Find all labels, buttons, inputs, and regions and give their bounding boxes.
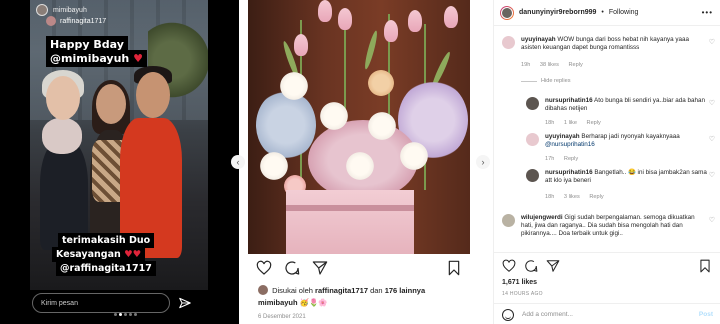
comment-reply: nursuprihatin16 Ato bunga bli sendiri ya… bbox=[526, 97, 717, 127]
liked-by-prefix: Disukai oleh bbox=[272, 286, 313, 295]
likes-count[interactable]: 1,671 likes bbox=[502, 279, 537, 286]
heart-icon[interactable] bbox=[256, 260, 272, 276]
story-top-mention-text[interactable]: raffinagita1717 bbox=[60, 18, 106, 25]
comment-reply: uyuyinayah Berharap jadi nyonyah kayakny… bbox=[526, 133, 717, 163]
comment-item: wilujengwerdi Gigi sudah berpengalaman. … bbox=[502, 214, 717, 248]
sticker-thanks-line1: terimakasih Duo bbox=[58, 233, 155, 248]
add-comment-input[interactable]: Add a comment... bbox=[522, 311, 691, 318]
following-button[interactable]: Following bbox=[609, 9, 639, 16]
liked-by-user[interactable]: raffinagita1717 bbox=[315, 286, 368, 295]
comment-mention[interactable]: @nursuprihatin16 bbox=[545, 141, 595, 148]
add-comment-bar: Add a comment... Post bbox=[494, 303, 720, 324]
more-icon[interactable]: ••• bbox=[702, 8, 713, 17]
heart-icon[interactable]: ♡ bbox=[709, 99, 715, 107]
story-panel: mimibayuh raffinagita1717 Happy Bday @mi… bbox=[0, 0, 239, 324]
liked-by-and: dan bbox=[370, 286, 383, 295]
heart-icon[interactable]: ♡ bbox=[709, 171, 715, 179]
comment-username[interactable]: nursuprihatin16 bbox=[545, 169, 593, 176]
comments-panel: danunyinyir9reborn999 • Following ••• uy… bbox=[493, 0, 720, 324]
sticker-thanks-line2: Kesayangan ♥♥ bbox=[52, 247, 146, 262]
avatar[interactable] bbox=[526, 169, 539, 182]
post-image[interactable] bbox=[248, 0, 470, 254]
story-username[interactable]: mimibayuh bbox=[53, 7, 87, 14]
story-top-mention[interactable]: raffinagita1717 bbox=[46, 16, 106, 26]
post-comment-button[interactable]: Post bbox=[699, 311, 713, 318]
send-icon[interactable] bbox=[178, 296, 192, 310]
heart-icon[interactable]: ♡ bbox=[709, 135, 715, 143]
reply-button[interactable]: Reply bbox=[587, 120, 601, 126]
post-date: 6 Desember 2021 bbox=[258, 314, 306, 320]
comment-item: uyuyinayah WOW bunga dari boss hebat nih… bbox=[502, 36, 717, 72]
story-reply-placeholder: Kirim pesan bbox=[41, 299, 78, 307]
sticker-mention-mimi[interactable]: @mimibayuh ♥ bbox=[46, 50, 147, 67]
comment-reply: nursuprihatin16 Bangetlah.. 😂 ini bisa j… bbox=[526, 169, 717, 203]
footer-action-bar bbox=[502, 259, 712, 275]
chevron-right-icon[interactable]: › bbox=[476, 155, 490, 169]
hide-replies-button[interactable]: Hide replies bbox=[521, 78, 571, 84]
avatar[interactable] bbox=[502, 214, 515, 227]
avatar[interactable] bbox=[500, 5, 514, 20]
comment-text: Berharap jadi nyonyah kayaknyaaa bbox=[581, 133, 680, 140]
heart-icon[interactable]: ♡ bbox=[709, 38, 715, 46]
story-user[interactable]: mimibayuh bbox=[36, 4, 87, 16]
reply-button[interactable]: Reply bbox=[564, 156, 578, 162]
share-icon[interactable] bbox=[546, 259, 560, 273]
avatar[interactable] bbox=[526, 133, 539, 146]
story-progress-dots bbox=[114, 313, 137, 316]
screen: mimibayuh raffinagita1717 Happy Bday @mi… bbox=[0, 0, 720, 324]
bookmark-icon[interactable] bbox=[446, 260, 462, 276]
heart-icon[interactable] bbox=[502, 259, 516, 273]
comment-icon[interactable] bbox=[284, 260, 300, 276]
heart-sticker-icon: ♥ bbox=[133, 52, 143, 65]
comment-icon[interactable] bbox=[524, 259, 538, 273]
comment-time: 19h bbox=[521, 62, 531, 68]
share-icon[interactable] bbox=[312, 260, 328, 276]
post-likes-caption: Disukai oleh raffinagita1717 dan 176 lai… bbox=[258, 285, 472, 309]
reply-button[interactable]: Reply bbox=[568, 62, 582, 68]
mention-avatar bbox=[46, 16, 56, 26]
caption-emoji: 🥳🌷🌸 bbox=[299, 298, 328, 307]
post-time-ago: 14 HOURS AGO bbox=[502, 291, 543, 297]
comment-username[interactable]: nursuprihatin16 bbox=[545, 97, 593, 104]
owner-username[interactable]: danunyinyir9reborn999 bbox=[519, 9, 596, 16]
post-header: danunyinyir9reborn999 • Following ••• bbox=[494, 0, 720, 26]
avatar[interactable] bbox=[526, 97, 539, 110]
heart-sticker-icon: ♥♥ bbox=[124, 249, 142, 260]
emoji-icon[interactable] bbox=[502, 308, 514, 321]
comment-likes[interactable]: 38 likes bbox=[540, 62, 559, 68]
avatar[interactable] bbox=[258, 285, 268, 295]
post-action-bar bbox=[256, 260, 462, 278]
comment-username[interactable]: wilujengwerdi bbox=[521, 214, 563, 221]
reply-button[interactable]: Reply bbox=[589, 194, 603, 200]
comment-username[interactable]: uyuyinayah bbox=[545, 133, 580, 140]
story-avatar[interactable] bbox=[36, 4, 48, 16]
heart-icon[interactable]: ♡ bbox=[709, 216, 715, 224]
sticker-mention-raffinagita[interactable]: @raffinagita1717 bbox=[56, 261, 156, 276]
gift-box bbox=[286, 190, 414, 254]
caption-user[interactable]: mimibayuh bbox=[258, 298, 298, 307]
story-reply-input[interactable]: Kirim pesan bbox=[32, 293, 170, 313]
chevron-left-icon[interactable]: ‹ bbox=[231, 155, 245, 169]
comment-username[interactable]: uyuyinayah bbox=[521, 36, 556, 43]
avatar[interactable] bbox=[502, 36, 515, 49]
comments-footer: 1,671 likes 14 HOURS AGO Add a comment..… bbox=[494, 252, 720, 324]
liked-by-others[interactable]: 176 lainnya bbox=[385, 286, 425, 295]
bookmark-icon[interactable] bbox=[698, 259, 712, 273]
